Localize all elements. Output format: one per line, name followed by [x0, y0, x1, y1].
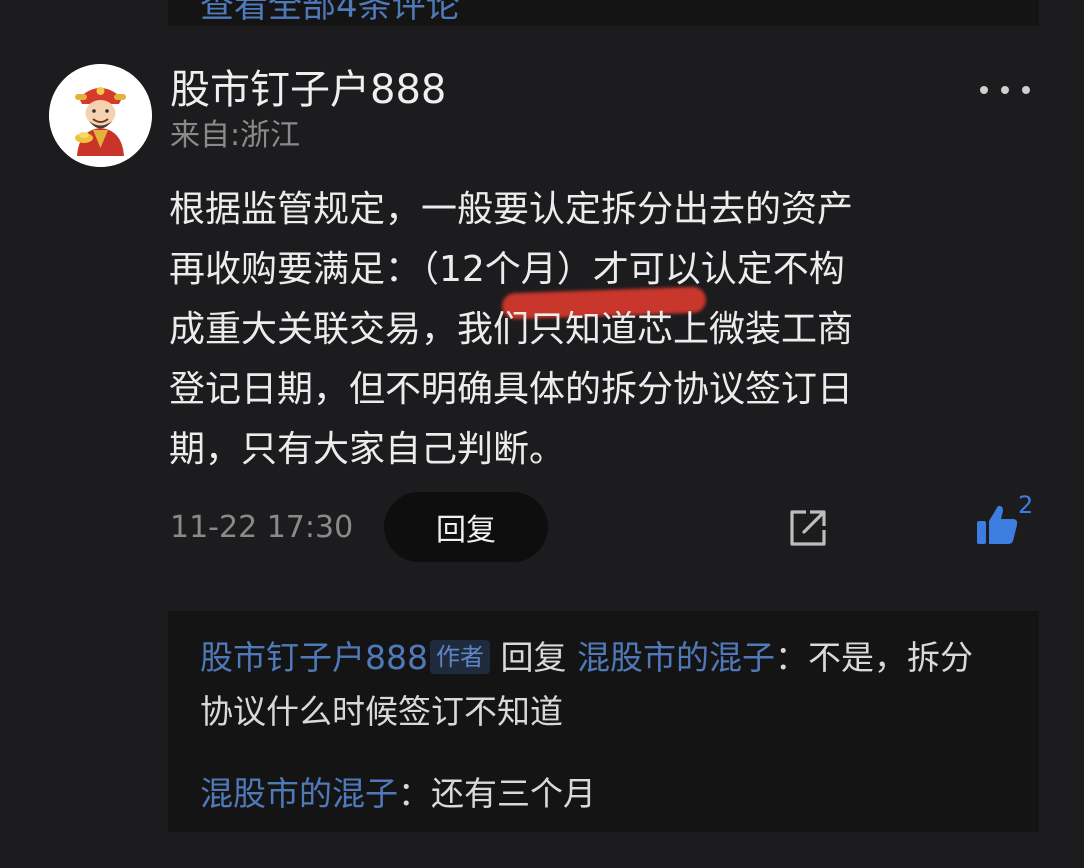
comment-line: 登记日期，但不明确具体的拆分协议签订日	[169, 369, 854, 410]
thumbs-up-icon	[977, 505, 1018, 544]
more-icon-dot	[980, 86, 988, 94]
reply-colon: ：	[775, 638, 808, 677]
reply-button[interactable]: 回复	[384, 492, 548, 562]
more-icon-dot	[1022, 86, 1030, 94]
author-badge: 作者	[430, 640, 490, 674]
reply-author[interactable]: 股市钉子户888	[200, 638, 428, 677]
reply-item[interactable]: 股市钉子户888 作者 回复 混股市的混子：不是，拆分协议什么时候签订不知道	[200, 631, 1000, 739]
share-icon	[790, 510, 826, 546]
comment-username[interactable]: 股市钉子户888	[170, 64, 446, 116]
avatar-god-of-wealth-icon	[49, 64, 152, 167]
view-all-replies-link[interactable]: 查看全部4条评论	[200, 0, 460, 26]
reply-author[interactable]: 混股市的混子	[200, 774, 398, 813]
replies-panel: 股市钉子户888 作者 回复 混股市的混子：不是，拆分协议什么时候签订不知道 混股…	[168, 611, 1039, 832]
comment-line: 期，只有大家自己判断。	[169, 429, 566, 470]
like-button[interactable]	[974, 502, 1020, 548]
reply-item[interactable]: 混股市的混子：还有三个月	[200, 767, 1000, 821]
like-count: 2	[1018, 491, 1034, 519]
comment-line: 成重大关联交易，我们只知道芯上微装工商	[169, 309, 854, 350]
comment-line: 根据监管规定，一般要认定拆分出去的资产	[169, 189, 854, 230]
share-button[interactable]	[786, 506, 830, 550]
comment-location: 来自:浙江	[170, 118, 301, 153]
comment-page: 查看全部4条评论 股市钉子户888 来自:浙江 根据监管规定，一般要认定拆分出去…	[0, 0, 1084, 868]
previous-replies-panel[interactable]: 查看全部4条评论	[168, 0, 1039, 26]
avatar[interactable]	[49, 64, 152, 167]
comment-body: 根据监管规定，一般要认定拆分出去的资产 再收购要满足：（12个月）才可以认定不构…	[169, 180, 1039, 480]
reply-text: 还有三个月	[431, 774, 596, 813]
reply-colon: ：	[398, 774, 431, 813]
more-options-button[interactable]	[980, 76, 1030, 104]
reply-action: 回复	[500, 638, 567, 677]
comment-timestamp: 11-22 17:30	[170, 510, 354, 545]
reply-target[interactable]: 混股市的混子	[577, 638, 775, 677]
comment-line: 再收购要满足：（12个月）才可以认定不构	[169, 249, 845, 290]
more-icon-dot	[1001, 86, 1009, 94]
